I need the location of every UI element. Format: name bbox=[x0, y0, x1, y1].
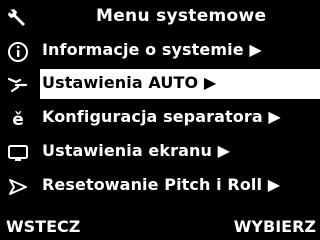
menu-item-label: Resetowanie Pitch i Roll ▶ bbox=[42, 175, 281, 194]
menu-item-reset-pitch-roll[interactable]: Resetowanie Pitch i Roll ▶ bbox=[0, 171, 320, 201]
wrench-icon bbox=[8, 9, 25, 26]
pitch-roll-icon bbox=[9, 179, 27, 195]
menu-item-system-info[interactable]: Informacje o systemie ▶ bbox=[0, 36, 320, 66]
header: Menu systemowe bbox=[0, 0, 320, 34]
separator-icon: ě bbox=[12, 110, 24, 130]
menu-item-label: Informacje o systemie ▶ bbox=[42, 40, 262, 59]
svg-text:ě: ě bbox=[12, 110, 24, 130]
auto-steer-icon bbox=[7, 77, 28, 93]
menu-item-label: Ustawienia AUTO ▶ bbox=[42, 73, 217, 92]
select-button[interactable]: WYBIERZ bbox=[234, 217, 316, 236]
monitor-icon bbox=[8, 145, 28, 161]
menu-item-screen-settings[interactable]: Ustawienia ekranu ▶ bbox=[0, 137, 320, 167]
menu-item-label: Konfiguracja separatora ▶ bbox=[42, 107, 281, 126]
menu-item-separator-config[interactable]: ě Konfiguracja separatora ▶ bbox=[0, 103, 320, 133]
back-button[interactable]: WSTECZ bbox=[6, 217, 80, 236]
menu-item-label: Ustawienia ekranu ▶ bbox=[42, 141, 231, 160]
page-title: Menu systemowe bbox=[96, 6, 267, 26]
menu-item-auto-settings[interactable]: Ustawienia AUTO ▶ bbox=[0, 69, 320, 99]
info-icon bbox=[8, 42, 28, 62]
